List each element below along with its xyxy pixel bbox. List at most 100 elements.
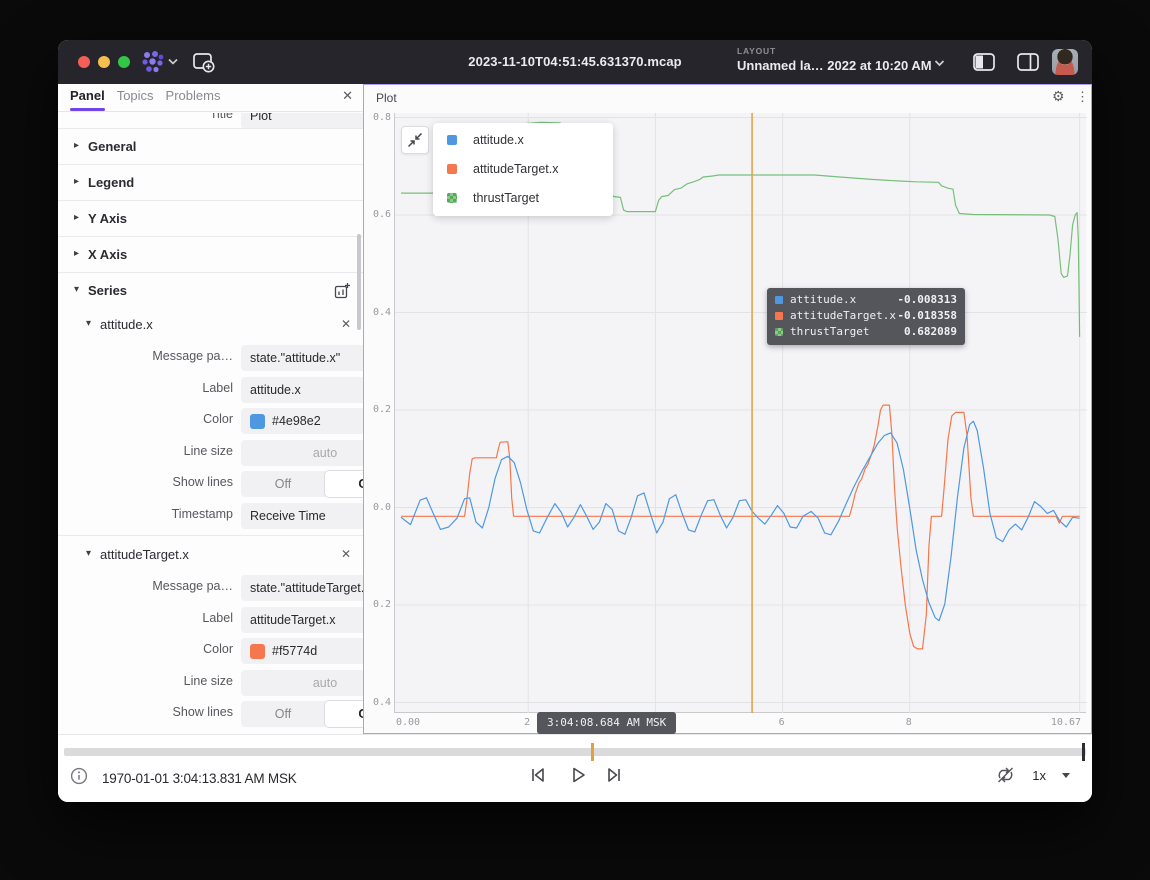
- plot-panel-title: Plot: [376, 91, 397, 105]
- toggle-option-off[interactable]: Off: [241, 701, 325, 727]
- tooltip-series-value: -0.018358: [897, 309, 957, 322]
- info-icon[interactable]: [70, 767, 88, 785]
- series-editor-attitude.x: ▾attitude.x✕Message pa…state."attitude.x…: [58, 308, 363, 531]
- field-row-message-pa-: Message pa…state."attitudeTarget.x": [58, 572, 363, 604]
- panel-menu-kebab-icon[interactable]: ⋮: [1076, 89, 1089, 105]
- tooltip-series-value: -0.008313: [897, 293, 957, 306]
- timestamp-select[interactable]: Receive Time: [241, 503, 363, 529]
- field-label: Message pa…: [58, 349, 233, 363]
- legend-swatch: [447, 193, 457, 203]
- tooltip-series-name: attitude.x: [790, 293, 856, 306]
- plot-legend[interactable]: attitude.x attitudeTarget.x thrustTarget: [433, 123, 613, 216]
- series-name: attitudeTarget.x: [100, 547, 189, 562]
- scrubber-playhead-marker[interactable]: [1082, 743, 1085, 761]
- right-sidebar-toggle-button[interactable]: [1016, 52, 1040, 72]
- add-series-icon[interactable]: [334, 282, 351, 299]
- legend-swatch: [447, 135, 457, 145]
- tab-topics[interactable]: Topics: [117, 84, 154, 112]
- x-axis-tick-label: 8: [906, 717, 912, 728]
- seek-forward-button[interactable]: [604, 765, 624, 785]
- legend-label: attitudeTarget.x: [473, 162, 558, 176]
- tab-panel[interactable]: Panel: [70, 84, 105, 112]
- toggle-option-off[interactable]: Off: [241, 471, 325, 497]
- disclosure-expanded-icon: ▾: [86, 318, 91, 329]
- remove-series-icon[interactable]: ✕: [341, 547, 351, 561]
- remove-series-icon[interactable]: ✕: [341, 317, 351, 331]
- field-row-label: Label attitude.x: [58, 374, 363, 406]
- legend-label: thrustTarget: [473, 191, 539, 205]
- tooltip-row-attitude.x: attitude.x -0.008313: [775, 292, 957, 308]
- show-lines-toggle[interactable]: OffOn: [241, 701, 363, 727]
- y-axis-tick-label: 0.4: [365, 307, 391, 318]
- text-field[interactable]: auto: [241, 440, 363, 466]
- field-row-color: Color#4e98e2: [58, 405, 363, 437]
- series-line-attitudeTarget.x: [401, 405, 1080, 649]
- x-axis-tick-label: 2: [524, 717, 530, 728]
- hover-value-tooltip: attitude.x-0.008313attitudeTarget.x-0.01…: [767, 288, 965, 345]
- field-row-line-size: Line sizeauto: [58, 437, 363, 469]
- y-axis-tick-label: 0.2: [365, 404, 391, 415]
- layout-selector[interactable]: LAYOUT Unnamed la… 2022 at 10:20 AM: [737, 46, 932, 73]
- loop-disabled-icon[interactable]: [995, 765, 1016, 785]
- sidebar-close-icon[interactable]: ✕: [342, 88, 353, 104]
- timeline-scrubber[interactable]: [64, 748, 1086, 756]
- field-row-label: LabelattitudeTarget.x: [58, 604, 363, 636]
- legend-item-attitude.x[interactable]: attitude.x: [433, 126, 613, 155]
- tooltip-row-thrustTarget: thrustTarget0.682089: [775, 324, 957, 340]
- legend-item-attitudeTarget.x[interactable]: attitudeTarget.x: [433, 155, 613, 184]
- show-lines-toggle[interactable]: OffOn: [241, 471, 363, 497]
- legend-collapse-button[interactable]: [401, 126, 429, 154]
- legend-item-thrustTarget[interactable]: thrustTarget: [433, 184, 613, 213]
- text-field[interactable]: state."attitude.x": [241, 345, 363, 371]
- color-field[interactable]: #f5774d: [241, 638, 363, 664]
- disclosure-collapsed-icon: ▸: [74, 248, 79, 259]
- plot-panel[interactable]: Plot ⚙ ⋮ 0.80.60.40.20.00.20.40.00246810…: [363, 84, 1092, 734]
- left-sidebar-toggle-button[interactable]: [972, 52, 996, 72]
- user-avatar[interactable]: [1052, 49, 1078, 75]
- active-tab-underline: [70, 108, 105, 111]
- disclosure-collapsed-icon: ▸: [74, 140, 79, 151]
- field-label: Label: [58, 381, 233, 395]
- section-series[interactable]: ▾ Series: [58, 272, 363, 308]
- sidebar-scroll-area[interactable]: Title Plot ▸General▸Legend▸Y Axis▸X Axis…: [58, 113, 363, 734]
- toggle-option-on[interactable]: On: [325, 471, 363, 497]
- playback-bar: 1970-01-01 3:04:13.831 AM MSK 1x: [58, 734, 1092, 802]
- tab-problems[interactable]: Problems: [166, 84, 221, 112]
- layout-chevron-down-icon[interactable]: [934, 59, 945, 67]
- tooltip-series-name: thrustTarget: [790, 325, 869, 338]
- text-field[interactable]: attitude.x: [241, 377, 363, 403]
- section-y-axis[interactable]: ▸Y Axis: [58, 200, 363, 236]
- color-field[interactable]: #4e98e2: [241, 408, 363, 434]
- text-field[interactable]: state."attitudeTarget.x": [241, 575, 363, 601]
- plot-panel-header: Plot ⚙ ⋮: [364, 85, 1091, 111]
- field-row-timestamp: TimestampReceive Time: [58, 500, 363, 532]
- title-field-input[interactable]: Plot: [241, 113, 363, 128]
- collapse-arrows-icon: [402, 127, 428, 153]
- disclosure-collapsed-icon: ▸: [74, 212, 79, 223]
- series-editor-header[interactable]: ▾attitudeTarget.x✕: [58, 538, 363, 572]
- settings-sidebar: PanelTopicsProblems✕ Title Plot ▸General…: [58, 84, 363, 734]
- text-field[interactable]: attitudeTarget.x: [241, 607, 363, 633]
- text-field[interactable]: auto: [241, 670, 363, 696]
- sidebar-scrollbar[interactable]: [357, 234, 361, 330]
- play-button[interactable]: [568, 765, 588, 785]
- section-general[interactable]: ▸General: [58, 128, 363, 164]
- sidebar-tabs: Panel Topics Problems ✕: [58, 84, 363, 112]
- section-label: Series: [88, 283, 127, 298]
- seek-backward-button[interactable]: [528, 765, 548, 785]
- y-axis-tick-label: 0.4: [365, 697, 391, 708]
- section-legend[interactable]: ▸ Legend: [58, 164, 363, 200]
- disclosure-collapsed-icon: ▸: [74, 176, 79, 187]
- disclosure-expanded-icon: ▾: [74, 284, 79, 295]
- playback-speed-value[interactable]: 1x: [1032, 768, 1046, 783]
- panel-settings-gear-icon[interactable]: ⚙: [1052, 88, 1065, 105]
- current-timestamp: 1970-01-01 3:04:13.831 AM MSK: [102, 771, 297, 786]
- series-editor-header[interactable]: ▾attitude.x✕: [58, 308, 363, 342]
- toggle-option-on[interactable]: On: [325, 701, 363, 727]
- speed-caret-down-icon[interactable]: [1062, 773, 1070, 778]
- field-row-color: Color#f5774d: [58, 635, 363, 667]
- scrubber-hover-marker: [591, 743, 594, 761]
- section-x-axis[interactable]: ▸X Axis: [58, 236, 363, 272]
- color-hex-value: #4e98e2: [272, 408, 321, 434]
- section-label: Legend: [88, 175, 134, 190]
